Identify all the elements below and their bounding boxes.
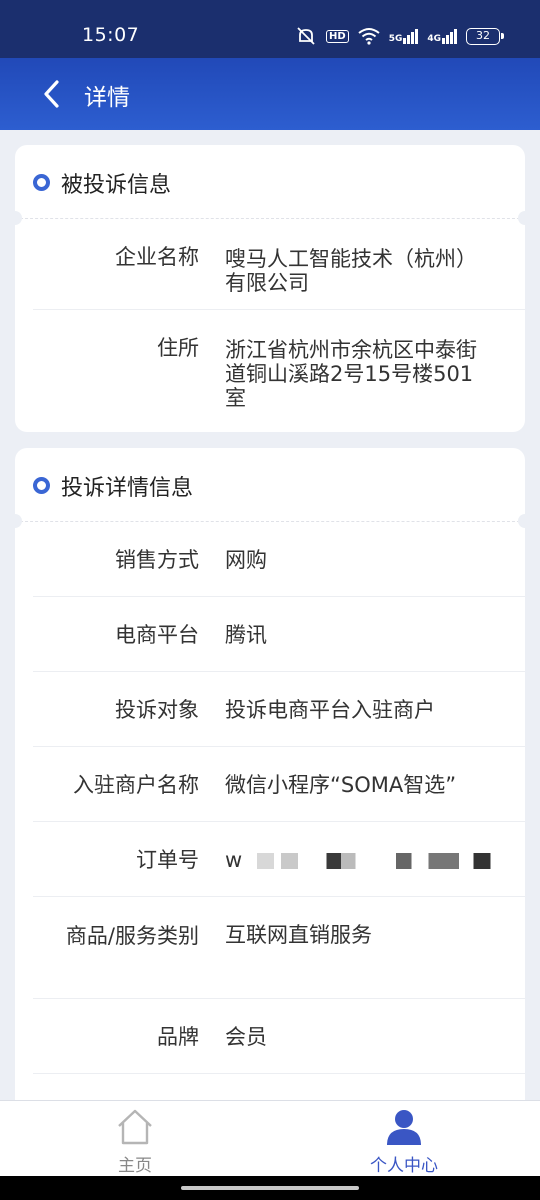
info-row-address: 住所 浙江省杭州市余杭区中泰街道铜山溪路2号15号楼501室 — [33, 310, 525, 424]
detail-row-merchant: 入驻商户名称 微信小程序“SOMA智选” — [33, 747, 525, 822]
row-label: 住所 — [157, 336, 199, 360]
card-header: 投诉详情信息 — [8, 448, 532, 528]
info-row-company: 企业名称 嗖马人工智能技术（杭州）有限公司 — [33, 219, 525, 310]
row-label: 商品/服务类别 — [65, 924, 199, 948]
detail-row-brand: 品牌 会员 — [33, 999, 525, 1074]
row-value: 腾讯 — [225, 623, 267, 647]
battery-icon: 32 — [466, 27, 504, 45]
nav-item-profile[interactable]: 个人中心 — [344, 1107, 464, 1176]
section-dot-icon — [33, 477, 50, 494]
user-icon — [387, 1110, 421, 1145]
card-notch-right — [518, 211, 532, 225]
status-icons: HD 5G 4G 32 — [295, 26, 504, 46]
row-value: 浙江省杭州市余杭区中泰街道铜山溪路2号15号楼501室 — [225, 338, 477, 410]
hd-icon: HD — [326, 29, 349, 43]
card-header: 被投诉信息 — [8, 145, 532, 225]
row-label: 订单号 — [136, 848, 199, 872]
detail-row-category: 商品/服务类别 互联网直销服务 — [33, 897, 525, 999]
detail-row-sales-method: 销售方式 网购 — [33, 522, 525, 597]
signal-5g-icon: 5G — [389, 28, 419, 44]
order-number-prefix: w — [225, 848, 243, 872]
status-time: 15:07 — [82, 24, 140, 46]
detail-row-platform: 电商平台 腾讯 — [33, 597, 525, 672]
row-label: 销售方式 — [115, 548, 199, 572]
status-bar: 15:07 HD 5G 4G 32 — [0, 0, 540, 58]
nav-item-home[interactable]: 主页 — [75, 1107, 195, 1176]
row-label: 入驻商户名称 — [73, 773, 199, 797]
card-title: 被投诉信息 — [61, 173, 172, 198]
wifi-icon — [358, 28, 380, 45]
card-notch-right — [518, 514, 532, 528]
signal-4g-icon: 4G — [427, 28, 457, 44]
row-value: 微信小程序“SOMA智选” — [225, 773, 457, 797]
row-label: 电商平台 — [115, 623, 199, 647]
detail-row-order-number: 订单号 w — [33, 822, 525, 897]
complainee-info-card: 被投诉信息 企业名称 嗖马人工智能技术（杭州）有限公司 住所 浙江省杭州市余杭区… — [8, 145, 532, 432]
row-value: 嗖马人工智能技术（杭州）有限公司 — [225, 247, 477, 295]
page-title: 详情 — [84, 85, 130, 111]
detail-row-target: 投诉对象 投诉电商平台入驻商户 — [33, 672, 525, 747]
gesture-handle[interactable] — [181, 1186, 359, 1190]
row-value: w — [199, 822, 540, 896]
bottom-nav: 主页 个人中心 — [0, 1100, 540, 1176]
mute-icon — [297, 27, 315, 45]
row-label: 投诉对象 — [115, 698, 199, 722]
home-icon — [118, 1109, 152, 1145]
row-label: 企业名称 — [115, 245, 199, 269]
app-header: 详情 — [0, 58, 540, 130]
row-label: 品牌 — [157, 1025, 199, 1049]
card-title: 投诉详情信息 — [61, 476, 194, 501]
section-dot-icon — [33, 174, 50, 191]
complaint-detail-card: 投诉详情信息 销售方式 网购 电商平台 腾讯 投诉对象 投诉电商平台入驻商户 入… — [8, 448, 532, 1148]
row-value: 互联网直销服务 — [225, 923, 372, 947]
row-value: 会员 — [225, 1025, 267, 1049]
redacted-block — [395, 853, 501, 869]
row-value: 网购 — [225, 548, 267, 572]
nav-label: 主页 — [118, 1156, 152, 1176]
row-value: 投诉电商平台入驻商户 — [225, 698, 435, 722]
card-notch-left — [8, 514, 22, 528]
gesture-bar — [0, 1176, 540, 1200]
back-arrow-icon[interactable] — [36, 76, 72, 112]
nav-label: 个人中心 — [370, 1156, 438, 1176]
redacted-block — [256, 853, 377, 869]
card-notch-left — [8, 211, 22, 225]
